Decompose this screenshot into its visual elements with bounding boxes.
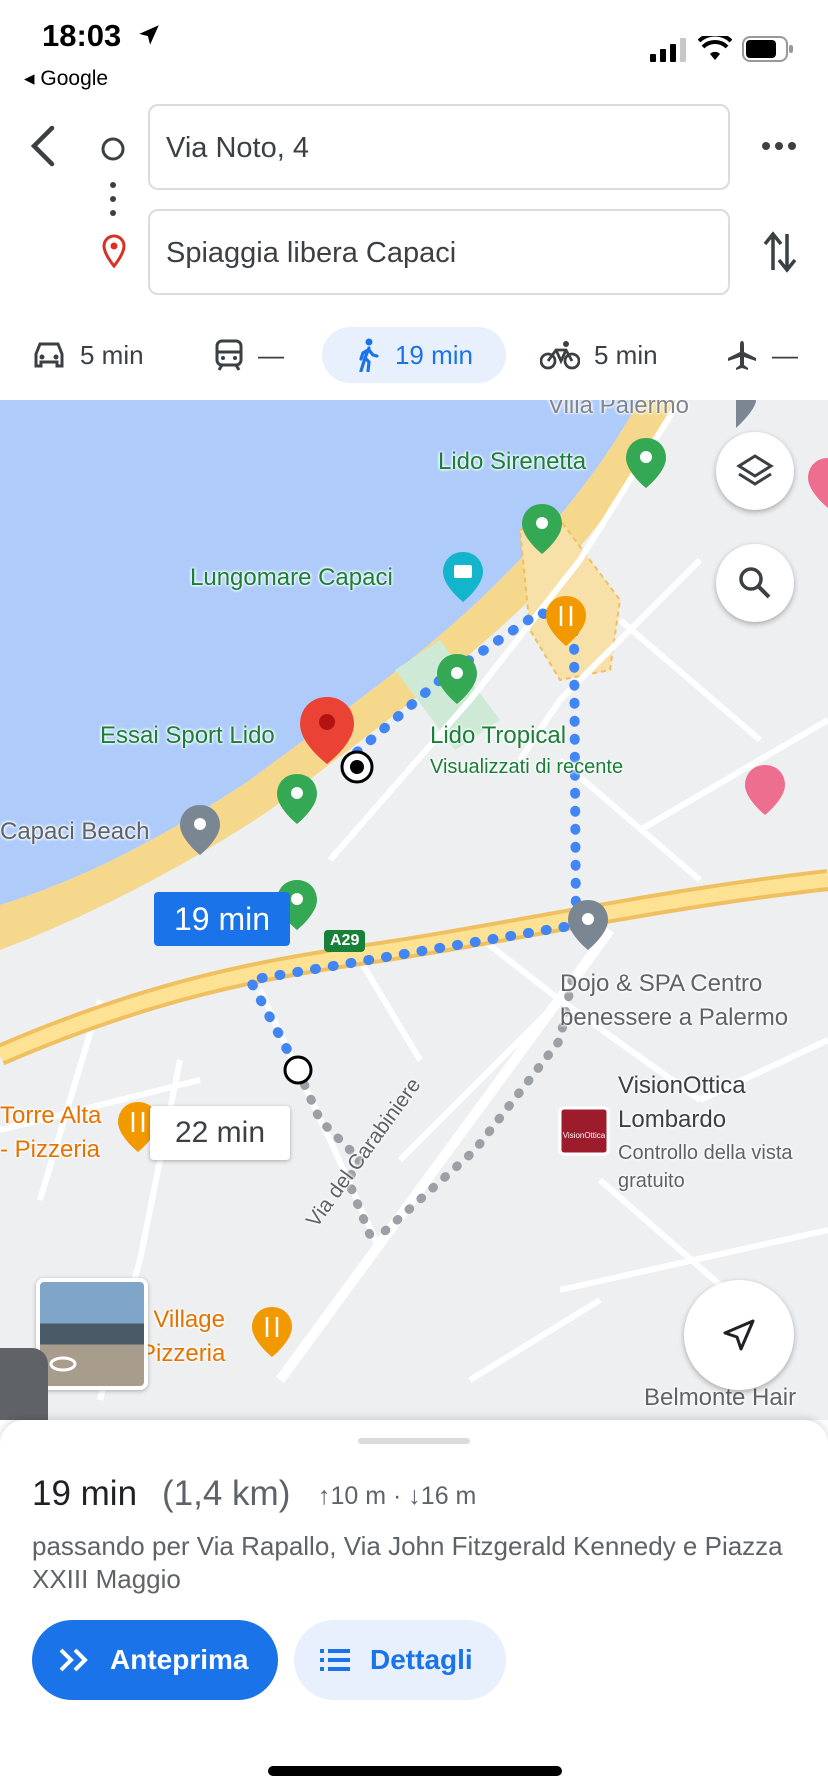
street-view-rotate-icon bbox=[49, 1356, 77, 1372]
map-label-capaci-beach[interactable]: Capaci Beach bbox=[0, 818, 149, 846]
map-label-dojo-1[interactable]: Dojo & SPA Centro bbox=[560, 970, 762, 998]
street-view-thumbnail[interactable] bbox=[36, 1278, 148, 1390]
route-callout-primary[interactable]: 19 min bbox=[154, 892, 290, 946]
signal-icon bbox=[650, 38, 686, 62]
destination-field[interactable]: Spiaggia libera Capaci bbox=[148, 209, 730, 295]
visionottica-logo: VisionOttica bbox=[563, 1131, 606, 1140]
back-arrow-icon[interactable] bbox=[26, 124, 62, 168]
status-time: 18:03 bbox=[42, 18, 122, 53]
car-icon bbox=[34, 342, 64, 368]
origin-dot-icon bbox=[101, 137, 125, 161]
home-indicator[interactable] bbox=[268, 1766, 562, 1776]
map-label-lungomare[interactable]: Lungomare Capaci bbox=[190, 564, 393, 592]
navigation-arrow-icon bbox=[723, 1319, 755, 1351]
swap-icon[interactable] bbox=[762, 230, 798, 274]
mode-bike-label: 5 min bbox=[594, 339, 658, 370]
mode-bike[interactable]: 5 min bbox=[540, 327, 658, 383]
map-label-villa-palermo[interactable]: Villa Palermo bbox=[548, 400, 689, 420]
mode-transit-label: — bbox=[258, 339, 284, 370]
more-options-icon[interactable] bbox=[760, 136, 798, 156]
search-icon bbox=[739, 567, 771, 599]
bike-icon bbox=[540, 341, 580, 370]
side-panel-toggle[interactable] bbox=[0, 1348, 48, 1420]
map-label-lido-tropical[interactable]: Lido Tropical bbox=[430, 722, 566, 750]
back-to-app-link[interactable]: ◂ Google bbox=[24, 66, 108, 91]
mode-flight[interactable]: — bbox=[726, 327, 798, 383]
map-label-belmonte[interactable]: Belmonte Hair bbox=[644, 1384, 796, 1412]
destination-text: Spiaggia libera Capaci bbox=[166, 237, 457, 269]
battery-icon bbox=[742, 36, 793, 62]
highway-shield: A29 bbox=[324, 930, 366, 952]
map-label-dojo-2[interactable]: benessere a Palermo bbox=[560, 1004, 788, 1032]
walk-icon bbox=[359, 338, 379, 372]
mode-walk[interactable]: 19 min bbox=[322, 327, 506, 383]
mode-walk-label: 19 min bbox=[394, 339, 474, 370]
map-label-recent: Visualizzati di recente bbox=[430, 756, 624, 778]
map-label-village-1[interactable]: t Village bbox=[140, 1306, 225, 1334]
wifi-icon bbox=[698, 36, 732, 60]
double-chevron-icon bbox=[59, 1648, 88, 1672]
mode-car[interactable]: 5 min bbox=[32, 327, 144, 383]
map-view[interactable]: VisionOttica Villa Palermo Lido Sirenett… bbox=[0, 400, 828, 1420]
sheet-distance: (1,4 km) bbox=[162, 1474, 291, 1513]
map-label-lido-sirenetta[interactable]: Lido Sirenetta bbox=[438, 448, 586, 476]
flight-icon bbox=[728, 341, 756, 370]
details-button-label: Dettagli bbox=[370, 1644, 473, 1675]
map-search-button[interactable] bbox=[716, 544, 794, 622]
details-button[interactable]: Dettagli bbox=[294, 1620, 506, 1700]
preview-button-label: Anteprima bbox=[110, 1644, 249, 1675]
preview-button[interactable]: Anteprima bbox=[32, 1620, 278, 1700]
map-label-vision-2[interactable]: Lombardo bbox=[618, 1106, 726, 1134]
origin-text: Via Noto, 4 bbox=[166, 132, 309, 164]
origin-field[interactable]: Via Noto, 4 bbox=[148, 104, 730, 190]
sheet-elevation: ↑10 m · ↓16 m bbox=[318, 1482, 477, 1510]
location-arrow-icon bbox=[139, 25, 159, 45]
mode-transit[interactable]: — bbox=[214, 327, 284, 383]
layers-icon bbox=[736, 454, 774, 486]
layers-button[interactable] bbox=[716, 432, 794, 510]
map-canvas: VisionOttica bbox=[0, 400, 828, 1401]
route-summary-sheet[interactable]: 19 min (1,4 km) ↑10 m · ↓16 m passando p… bbox=[0, 1420, 828, 1792]
map-label-vision-3: Controllo della vista bbox=[618, 1142, 793, 1164]
route-callout-alternate[interactable]: 22 min bbox=[150, 1106, 290, 1160]
map-label-torre-2[interactable]: - Pizzeria bbox=[0, 1136, 100, 1164]
list-icon bbox=[320, 1649, 350, 1671]
route-dots-icon bbox=[110, 182, 116, 216]
mode-car-label: 5 min bbox=[80, 339, 144, 370]
transit-icon bbox=[215, 339, 243, 371]
map-label-torre-1[interactable]: Torre Alta bbox=[0, 1102, 101, 1130]
map-label-vision-4: gratuito bbox=[618, 1170, 685, 1192]
recenter-button[interactable] bbox=[684, 1280, 794, 1390]
map-label-village-2[interactable]: Pizzeria bbox=[140, 1340, 225, 1368]
sheet-handle[interactable] bbox=[358, 1438, 470, 1444]
map-label-vision-1[interactable]: VisionOttica bbox=[618, 1072, 746, 1100]
destination-pin-icon bbox=[102, 234, 126, 268]
sheet-duration: 19 min bbox=[32, 1474, 138, 1513]
mode-flight-label: — bbox=[772, 339, 798, 370]
map-label-essai[interactable]: Essai Sport Lido bbox=[100, 722, 275, 750]
sheet-via: passando per Via Rapallo, Via John Fitzg… bbox=[32, 1531, 783, 1594]
